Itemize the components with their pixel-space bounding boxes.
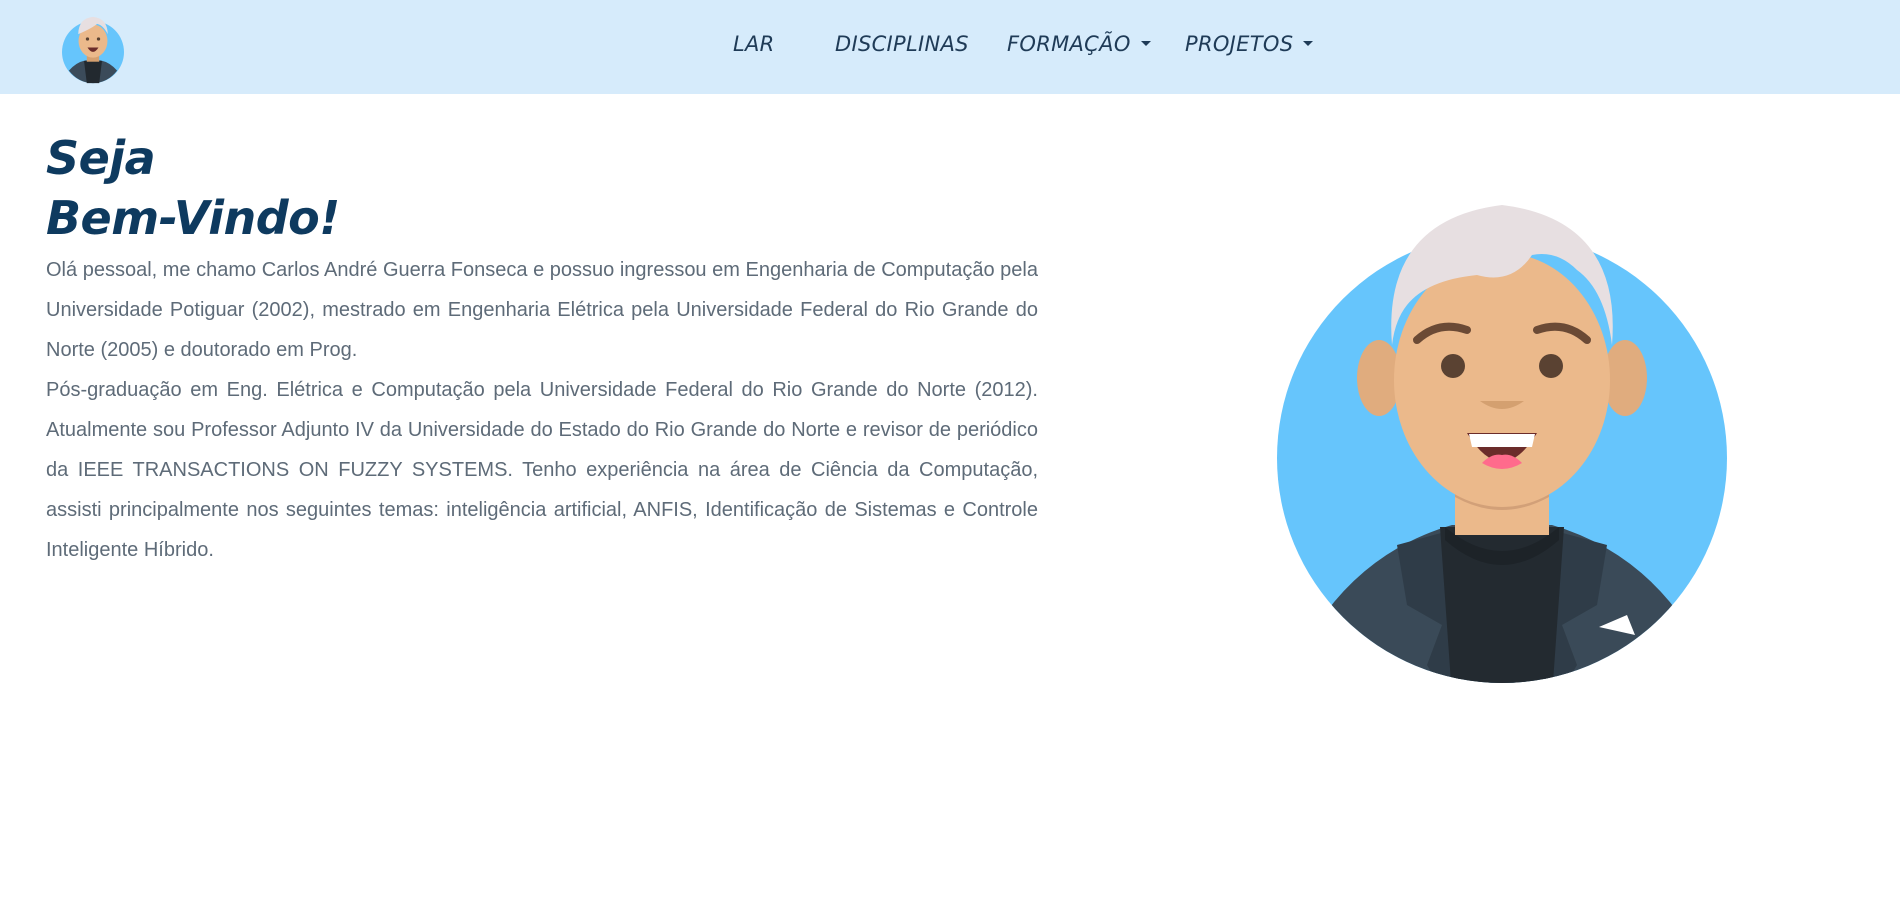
nav-dropdown-projetos[interactable]: PROJETOS xyxy=(1185,32,1314,56)
intro-paragraph-1: Olá pessoal, me chamo Carlos André Guerr… xyxy=(46,259,1038,361)
avatar-illustration xyxy=(1277,205,1727,683)
intro-paragraph-2: Pós-graduação em Eng. Elétrica e Computa… xyxy=(46,379,1038,561)
caret-down-icon xyxy=(1140,41,1151,46)
caret-down-icon xyxy=(1303,41,1314,46)
intro-text: Olá pessoal, me chamo Carlos André Guerr… xyxy=(46,250,1038,570)
nav-link-lar[interactable]: LAR xyxy=(733,32,775,56)
navbar: LAR DISCIPLINAS FORMAÇÃO PROJETOS xyxy=(0,0,1900,94)
nav-link-disciplinas[interactable]: DISCIPLINAS xyxy=(835,32,969,56)
title-line-1: Seja xyxy=(46,131,156,185)
nav-link-projetos-label: PROJETOS xyxy=(1185,32,1294,56)
title-line-2: Bem-Vindo! xyxy=(46,191,340,245)
page-title: Seja Bem-Vindo! xyxy=(46,128,340,248)
nav-dropdown-formacao[interactable]: FORMAÇÃO xyxy=(1007,32,1151,56)
nav-link-formacao-label: FORMAÇÃO xyxy=(1007,32,1131,56)
